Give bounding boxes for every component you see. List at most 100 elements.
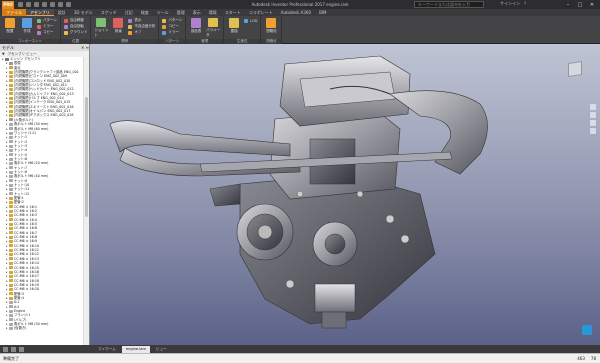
ribbon-small-button[interactable]: 自由回転 [63, 24, 88, 29]
arrange-icon[interactable] [19, 346, 24, 352]
viewcube[interactable] [568, 61, 582, 77]
ribbon-small-group: パターン ミラー コピー [37, 18, 57, 38]
ribbon-small-button[interactable]: 表示 [128, 18, 155, 23]
undo-icon[interactable] [42, 2, 47, 7]
tree-item-label: (仮置き) [14, 326, 27, 331]
ribbon-button[interactable]: 簡略化 [264, 18, 278, 38]
ribbon-button[interactable]: 作成 [20, 18, 34, 38]
ribbon-small-group: 自由移動 自由回転 グラウンド [63, 18, 88, 38]
look-icon[interactable] [590, 128, 596, 134]
tab-8[interactable]: 管理 [173, 9, 189, 16]
document-tab[interactable]: ビュー [152, 346, 171, 353]
component-icon [9, 62, 13, 66]
ribbon: 配置 作成 パターン ミラー コピー コンポーネント 自由移動 自由回転 グラウンド 位置 ジョイン… [0, 16, 600, 44]
ribbon-button-icon [191, 18, 202, 28]
ribbon-small-button[interactable]: ミラー [162, 30, 182, 35]
tab-5[interactable]: 注記 [121, 9, 137, 16]
component-icon [9, 218, 13, 222]
ribbon-small-icon [63, 24, 68, 29]
ribbon-panel-0: 配置 作成 パターン ミラー コピー コンポーネント [0, 16, 61, 44]
component-icon [9, 170, 13, 174]
component-icon [9, 326, 13, 330]
ribbon-small-button[interactable]: コピー [37, 30, 57, 35]
component-icon [9, 192, 13, 196]
tile-icon[interactable] [3, 346, 8, 352]
ribbon-small-label: コピー [168, 24, 179, 28]
tab-14[interactable]: BIM [315, 9, 330, 16]
tab-2[interactable]: 設計 [54, 9, 70, 16]
component-icon [9, 118, 13, 122]
orbit-icon[interactable] [590, 120, 596, 126]
ribbon-small-icon [63, 30, 68, 35]
search-input[interactable]: キーワードまたは語句を入力 [414, 1, 484, 8]
ribbon-small-button[interactable]: 自由移動 [63, 18, 88, 23]
scrollbar-thumb[interactable] [85, 97, 88, 217]
ribbon-button[interactable]: 部品表 [189, 18, 203, 38]
ribbon-small-button[interactable]: LOD [244, 18, 257, 23]
component-icon [9, 79, 13, 83]
ribbon-small-button[interactable]: オフ [128, 30, 155, 35]
browser-title: モデル [2, 45, 14, 50]
save-icon[interactable] [34, 2, 39, 7]
ribbon-small-icon [162, 18, 167, 23]
help-icon[interactable]: ? [524, 1, 526, 7]
tab-4[interactable]: スケッチ [97, 9, 121, 16]
pan-icon[interactable] [590, 104, 596, 110]
ribbon-button[interactable]: パラメータ [206, 18, 220, 38]
ribbon-tabs: ファイル アセンブリ 設計 3D モデル スケッチ 注記 検査 ツール 管理 表示 環境 スタート コラ… [0, 9, 600, 16]
ribbon-small-button[interactable]: ミラー [37, 24, 57, 29]
engine-model[interactable] [90, 44, 600, 345]
status-count-a: 463 [577, 356, 585, 361]
home-icon[interactable] [58, 2, 63, 7]
maximize-icon[interactable]: □ [574, 0, 586, 9]
component-icon [9, 88, 13, 92]
tab-7[interactable]: ツール [153, 9, 173, 16]
component-icon [9, 135, 13, 139]
tab-11[interactable]: スタート [221, 9, 245, 16]
ribbon-button[interactable]: 置換 [227, 18, 241, 38]
ribbon-button-label: パラメータ [206, 28, 221, 37]
open-icon[interactable] [26, 2, 31, 7]
zoom-icon[interactable] [590, 112, 596, 118]
redo-icon[interactable] [50, 2, 55, 7]
document-tab[interactable]: マイホーム [94, 346, 120, 353]
ribbon-button[interactable]: 拘束 [111, 18, 125, 38]
minimize-icon[interactable]: – [562, 0, 574, 9]
material-icon[interactable] [66, 2, 71, 7]
tab-12[interactable]: コラボレート [245, 9, 277, 16]
tab-9[interactable]: 表示 [189, 9, 205, 16]
ribbon-button[interactable]: 配置 [3, 18, 17, 38]
graphics-viewport[interactable] [90, 44, 600, 345]
tab-3[interactable]: 3D モデル [70, 9, 97, 16]
ribbon-small-button[interactable]: パターン [37, 18, 57, 23]
browser-scrollbar[interactable] [83, 57, 89, 345]
tab-10[interactable]: 環境 [205, 9, 221, 16]
ribbon-button-label: 拘束 [114, 29, 122, 33]
app-logo[interactable]: PRO [2, 0, 14, 9]
tab-13[interactable]: Autodesk A360 [277, 9, 315, 16]
browser-close-icon[interactable]: ✕ ≡ [81, 44, 89, 51]
tree-item[interactable]: ▸ (仮置き) [0, 326, 84, 330]
ribbon-small-button[interactable]: 不自由度分析 [128, 24, 155, 29]
component-icon [9, 257, 13, 261]
ribbon-small-group: LOD [244, 18, 257, 38]
new-icon[interactable] [18, 2, 23, 7]
user-area: サインイン ? [500, 1, 526, 7]
window-controls: – □ ✕ [562, 0, 598, 9]
ribbon-button[interactable]: ジョイント [94, 18, 108, 38]
ribbon-small-button[interactable]: パターン [162, 18, 182, 23]
document-tab[interactable]: engine.iam [121, 345, 150, 353]
status-text: 準備完了 [3, 355, 19, 361]
autodesk-logo-icon[interactable] [582, 325, 592, 335]
document-tabs: マイホーム engine.iam ビュー [0, 345, 600, 353]
sign-in-button[interactable]: サインイン [500, 1, 520, 7]
component-icon [9, 75, 13, 79]
tab-1[interactable]: アセンブリ [26, 9, 54, 16]
ribbon-small-button[interactable]: グラウンド [63, 30, 87, 35]
ribbon-small-button[interactable]: コピー [162, 24, 182, 29]
close-icon[interactable]: ✕ [586, 0, 598, 9]
tab-6[interactable]: 検査 [137, 9, 153, 16]
cascade-icon[interactable] [11, 346, 16, 352]
tab-0[interactable]: ファイル [2, 9, 26, 16]
component-icon [5, 57, 9, 61]
